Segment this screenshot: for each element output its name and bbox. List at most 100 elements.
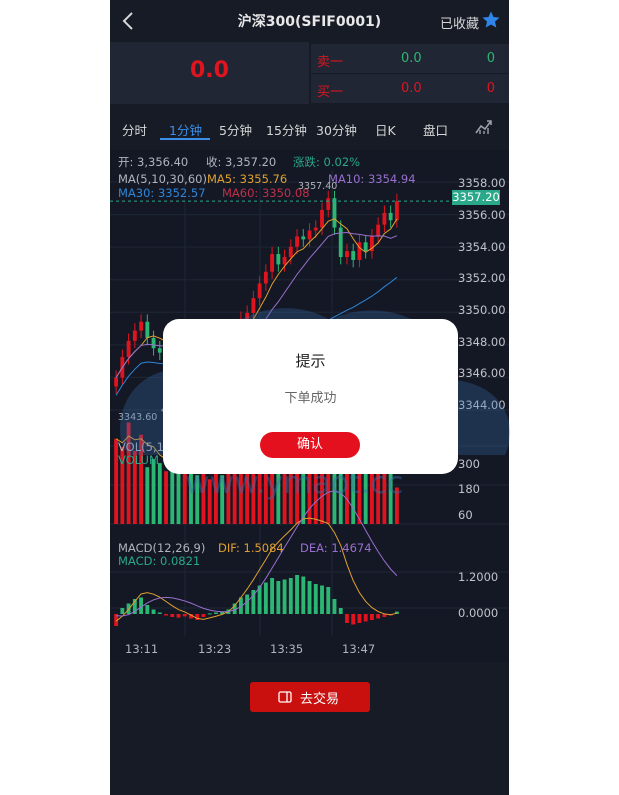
volume-bar (151, 459, 156, 524)
dea-value: DEA: 1.4674 (300, 541, 372, 555)
buy-price: 0.0 (401, 81, 422, 96)
tab-1min[interactable]: 1分钟 (169, 120, 202, 139)
candle-body (388, 212, 393, 221)
macd-bar (151, 609, 156, 614)
dialog-title: 提示 (295, 352, 326, 370)
macd-bar (295, 575, 299, 614)
candle-body (394, 201, 399, 221)
macd-bar (288, 578, 293, 614)
candle-body (245, 312, 250, 319)
macd-bar (276, 581, 281, 614)
macd-bar (301, 576, 306, 614)
macd-bar (176, 614, 181, 618)
volume-bar (145, 467, 150, 524)
macd-bar (263, 582, 268, 614)
alert-dialog: 提示 下单成功 确认 (163, 319, 458, 474)
macd-bar (351, 614, 356, 625)
price-box: 0.0 (110, 42, 309, 104)
macd-axis-label: 1.2000 (458, 570, 499, 584)
volume-bar (195, 475, 200, 524)
macd-bar (282, 579, 287, 614)
price-axis-label: 3346.00 (458, 366, 506, 380)
macd-bar (182, 614, 187, 617)
candle-body (288, 246, 293, 258)
volume-bar (220, 475, 225, 524)
price-axis-label: 3344.00 (458, 398, 506, 412)
volume-bar (207, 479, 212, 524)
vol-title: VOL(5,1 (118, 440, 164, 454)
macd-bar (326, 587, 331, 614)
price-axis-label: 3352.00 (458, 271, 506, 285)
candle-body (326, 198, 331, 210)
tab-order-book[interactable]: 盘口 (423, 120, 448, 139)
macd-bar (357, 614, 362, 623)
macd-bar (363, 614, 368, 622)
macd-bar (207, 613, 212, 615)
volume-bar (157, 463, 162, 524)
price-axis-label: 3350.00 (458, 303, 506, 317)
time-axis-label: 13:35 (270, 642, 304, 656)
time-axis-label: 13:23 (198, 642, 232, 656)
buy-volume: 0 (486, 81, 495, 96)
macd-bar (270, 578, 275, 614)
star-icon[interactable] (481, 10, 501, 30)
candle-body (139, 321, 144, 331)
candle-body (263, 271, 268, 284)
candle-body (382, 212, 387, 225)
macd-bar (376, 614, 381, 619)
candle-body (338, 227, 343, 258)
price-axis-label: 3354.00 (458, 240, 506, 254)
time-axis-label: 13:11 (125, 642, 159, 656)
candle-body (301, 236, 306, 240)
candle-body (345, 251, 349, 258)
go-trade-label: 去交易 (300, 692, 340, 707)
price-axis-label: 3356.00 (458, 208, 506, 222)
candle-body (270, 254, 275, 272)
macd-bar (245, 594, 250, 614)
candle-body (313, 227, 318, 231)
sell-label: 卖一 (317, 55, 344, 70)
low-price-mark: 3343.60 (118, 412, 158, 423)
tab-timeshare[interactable]: 分时 (122, 120, 147, 139)
macd-bar (345, 614, 349, 623)
candle-body (351, 251, 356, 260)
candle-body (376, 224, 381, 237)
macd-bar (369, 614, 374, 620)
favorite-label[interactable]: 已收藏 (440, 13, 479, 32)
tab-30min[interactable]: 30分钟 (316, 120, 357, 139)
vol-axis-label: 300 (458, 457, 480, 471)
candle-body (320, 209, 324, 228)
go-trade-button[interactable]: 去交易 (250, 682, 370, 712)
macd-title: MACD(12,26,9) (118, 541, 206, 555)
macd-bar (214, 612, 218, 614)
quote-panel: 0.0 卖一 0.0 0 买一 0.0 0 (110, 42, 509, 104)
header: 沪深300(SFIF0001) 已收藏 (110, 0, 509, 42)
candle-body (276, 254, 281, 265)
candle-body (307, 230, 312, 240)
ma5-value: MA5: 3355.76 (207, 172, 288, 186)
candle-body (363, 242, 368, 252)
candle-body (295, 236, 299, 247)
volume-bar (214, 471, 218, 524)
close-price: 收: 3,357.20 (206, 155, 277, 169)
macd-bar (145, 605, 150, 614)
candle-body (126, 340, 131, 358)
macd-bar (157, 612, 162, 614)
last-price: 0.0 (190, 58, 229, 83)
candle-body (151, 337, 156, 349)
price-axis-label: 3358.00 (458, 176, 506, 190)
time-axis-label: 13:47 (342, 642, 376, 656)
confirm-button[interactable]: 确认 (260, 432, 360, 458)
candle-body (114, 377, 119, 387)
volume-bar (394, 487, 399, 524)
macd-value: MACD: 0.0821 (118, 554, 201, 568)
high-price-mark: 3357.40 (298, 181, 338, 192)
macd-bar (170, 614, 175, 617)
price-axis-label: 3348.00 (458, 335, 506, 349)
macd-bar (313, 584, 318, 614)
indicator-settings-icon[interactable] (474, 117, 494, 137)
dif-line (115, 517, 398, 622)
tab-daily-k[interactable]: 日K (375, 120, 396, 139)
tab-5min[interactable]: 5分钟 (219, 120, 252, 139)
tab-15min[interactable]: 15分钟 (266, 120, 307, 139)
